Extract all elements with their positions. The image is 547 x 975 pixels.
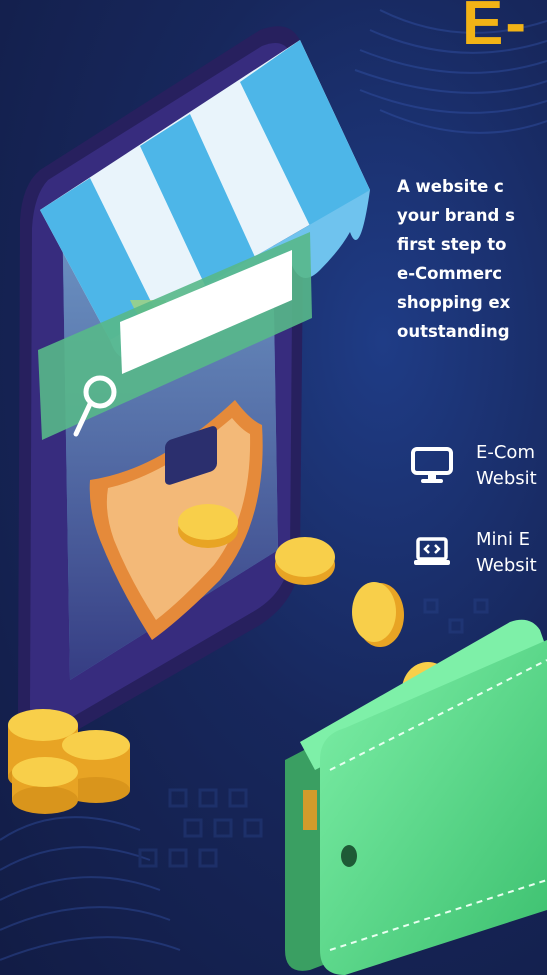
service-item-ecommerce-website: E-Com Websit xyxy=(410,440,537,492)
page-headline: E- xyxy=(462,0,528,58)
coin-stack xyxy=(8,709,130,814)
laptop-code-icon xyxy=(410,531,454,575)
service-label-line: E-Com xyxy=(476,442,535,463)
intro-line: shopping ex xyxy=(397,293,511,312)
service-label: Mini E Websit xyxy=(476,527,537,579)
service-label-line: Websit xyxy=(476,555,537,576)
intro-line: outstanding xyxy=(397,322,510,341)
service-label-line: Websit xyxy=(476,468,537,489)
service-label: E-Com Websit xyxy=(476,440,537,492)
intro-paragraph: A website c your brand s first step to e… xyxy=(397,172,547,346)
intro-line: A website c xyxy=(397,177,504,196)
intro-line: e-Commerc xyxy=(397,264,502,283)
intro-line: your brand s xyxy=(397,206,515,225)
desktop-icon xyxy=(410,444,454,488)
intro-line: first step to xyxy=(397,235,507,254)
service-item-mini-ecommerce-website: Mini E Websit xyxy=(410,527,537,579)
service-label-line: Mini E xyxy=(476,529,531,550)
